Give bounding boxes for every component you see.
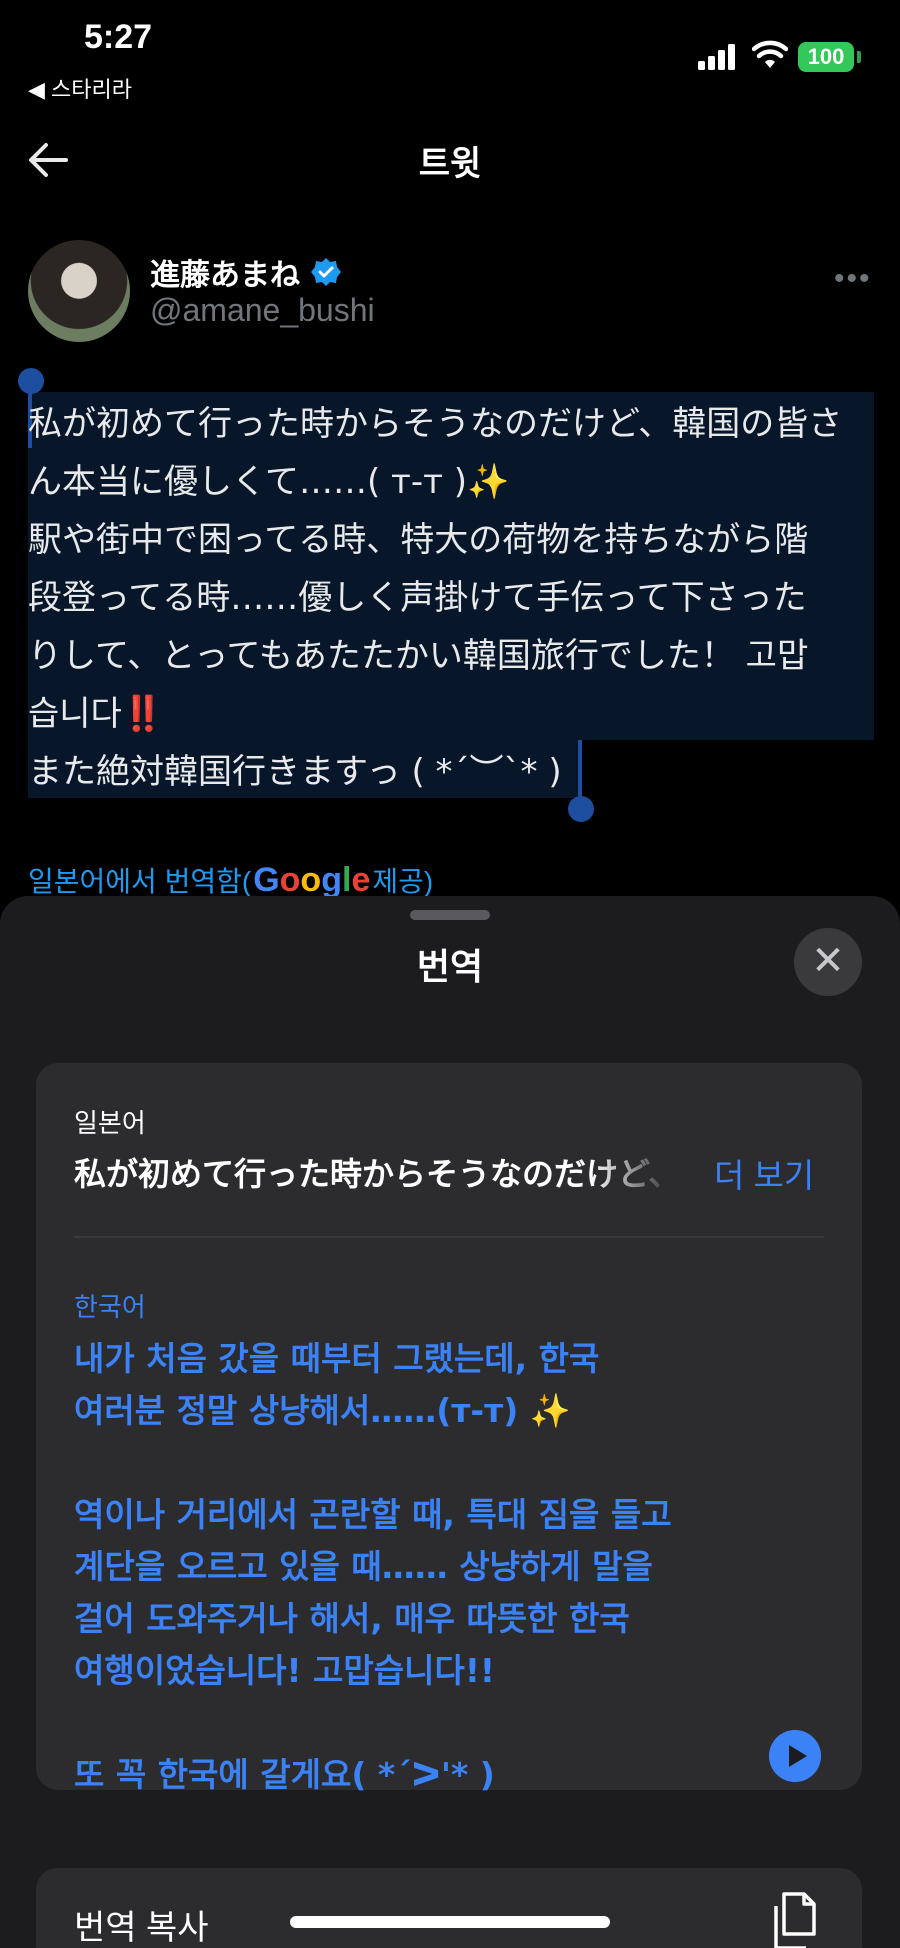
divider bbox=[74, 1236, 824, 1238]
target-language-label: 한국어 bbox=[74, 1292, 146, 1322]
page-title: 트윗 bbox=[418, 145, 482, 183]
author-handle[interactable]: @amane_bushi bbox=[150, 292, 375, 329]
battery-indicator: 100 bbox=[798, 42, 854, 72]
status-time: 5:27 bbox=[84, 18, 153, 56]
play-audio-icon[interactable] bbox=[769, 1730, 821, 1782]
author-name-row[interactable]: 進藤あまね bbox=[150, 250, 342, 294]
verified-badge-icon bbox=[311, 258, 341, 286]
source-language-label: 일본어 bbox=[74, 1108, 146, 1138]
wifi-icon bbox=[752, 40, 788, 68]
battery-cap-icon bbox=[857, 51, 861, 63]
tweet-line: 段登ってる時……優しく声掛けて手伝って下さった bbox=[28, 578, 807, 618]
close-button[interactable]: ✕ bbox=[794, 928, 862, 996]
translated-by-google[interactable]: 일본어에서 번역함( Google 제공) bbox=[28, 860, 433, 900]
source-text: 私が初めて行った時からそうなのだけど、韓国の皆さん bbox=[74, 1155, 674, 1193]
tweet-line: 습니다‼️ bbox=[28, 694, 165, 734]
translation-sheet: 번역 ✕ 일본어 私が初めて行った時からそうなのだけど、韓国の皆さん 더 보기 … bbox=[0, 896, 900, 1948]
copy-translation-label: 번역 복사 bbox=[74, 1909, 209, 1947]
translated-suffix: 제공) bbox=[372, 866, 434, 897]
translated-prefix: 일본어에서 번역함( bbox=[28, 866, 252, 897]
sheet-grabber[interactable] bbox=[410, 910, 490, 920]
top-navigation-bar: 트윗 bbox=[0, 120, 900, 200]
translated-paragraph: 내가 처음 갔을 때부터 그랬는데, 한국 여러분 정말 상냥해서……(т-т)… bbox=[74, 1339, 600, 1430]
tweet-line: りして、とってもあたたかい韓国旅行でした！ 고맙 bbox=[28, 636, 809, 676]
author-name: 進藤あまね bbox=[150, 259, 300, 292]
show-more-link[interactable]: 더 보기 bbox=[714, 1149, 814, 1197]
tweet-line: 駅や街中で困ってる時、特大の荷物を持ちながら階 bbox=[28, 520, 809, 560]
tweet-line: 私が初めて行った時からそうなのだけど、韓国の皆さ bbox=[28, 404, 843, 444]
selection-start-handle[interactable] bbox=[18, 368, 44, 394]
cellular-signal-icon bbox=[698, 42, 738, 70]
tweet-text[interactable]: 私が初めて行った時からそうなのだけど、韓国の皆さ ん本当に優しくて……( т-т… bbox=[28, 395, 878, 801]
tweet-line: ん本当に優しくて……( т-т )✨ bbox=[28, 462, 510, 502]
translation-card: 일본어 私が初めて行った時からそうなのだけど、韓国の皆さん 더 보기 한국어 내… bbox=[36, 1063, 862, 1794]
more-options-icon[interactable]: ••• bbox=[834, 262, 872, 296]
back-to-app-link[interactable]: ◀ 스타리라 bbox=[28, 72, 132, 104]
google-logo: Google bbox=[253, 860, 371, 899]
sheet-title: 번역 bbox=[416, 946, 484, 987]
copy-icon bbox=[774, 1892, 816, 1948]
tweet-line: また絶対韓国行きますっ ( *´︶`* ) bbox=[28, 752, 562, 792]
translated-paragraph: 역이나 거리에서 곤란할 때, 특대 짐을 들고 계단을 오르고 있을 때…… … bbox=[74, 1495, 672, 1690]
translated-text[interactable]: 내가 처음 갔을 때부터 그랬는데, 한국 여러분 정말 상냥해서……(т-т)… bbox=[74, 1333, 794, 1801]
translated-paragraph: 또 꼭 한국에 갈게요( *´ᐳ'* ) bbox=[74, 1755, 495, 1794]
home-indicator[interactable] bbox=[290, 1916, 610, 1928]
copy-translation-button[interactable]: 번역 복사 bbox=[36, 1868, 862, 1948]
status-bar: 5:27 ◀ 스타리라 100 bbox=[0, 0, 900, 110]
avatar[interactable] bbox=[28, 240, 130, 342]
